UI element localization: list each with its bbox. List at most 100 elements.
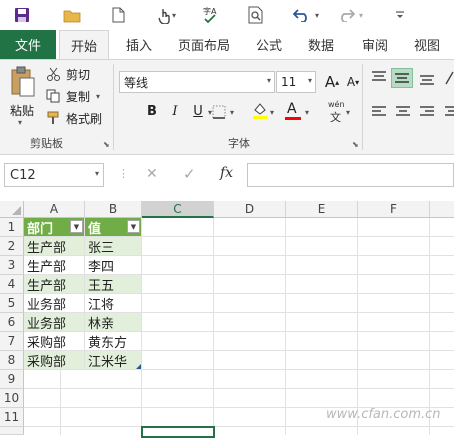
borders-dropdown-icon[interactable]: ▾ [230,108,234,117]
row-header[interactable]: 4 [0,275,24,294]
borders-icon[interactable] [212,104,226,123]
font-name-select[interactable]: 等线 ▾ [119,71,275,93]
align-top-icon[interactable] [370,70,388,90]
watermark-text: www.cfan.com.cn [326,407,441,422]
bold-button[interactable]: B [142,100,162,122]
font-size-value: 11 [281,75,297,89]
phonetic-dropdown-icon: ▾ [346,108,351,117]
copy-button[interactable]: 复制 ▾ [46,87,110,105]
tab-review[interactable]: 审阅 [354,30,396,59]
name-box-value: C12 [10,167,36,183]
tab-page-layout[interactable]: 页面布局 [172,30,236,59]
shrink-font-label: A [346,75,356,89]
indent-icon[interactable] [444,104,454,123]
phonetic-label: wén [328,100,345,109]
save-icon[interactable] [10,4,34,26]
column-header-f[interactable]: F [358,201,430,218]
font-size-select[interactable]: 11 ▾ [276,71,316,93]
cancel-entry-icon[interactable]: ✕ [146,166,158,182]
align-middle-button[interactable] [391,68,413,88]
align-center-icon[interactable] [394,104,412,123]
chevron-down-icon: ▾ [266,76,271,85]
select-all-button[interactable] [0,201,24,218]
tab-data[interactable]: 数据 [300,30,342,59]
column-header-g[interactable] [430,201,454,218]
shrink-font-button[interactable]: A ▾ [343,71,363,93]
undo-icon[interactable]: ▾ [288,4,324,26]
fill-color-dropdown-icon[interactable]: ▾ [270,108,274,117]
active-cell-c12[interactable] [141,426,215,438]
font-name-value: 等线 [124,75,149,90]
row-header[interactable]: 1 [0,218,24,237]
worksheet-grid: A B C D E F 1 2 3 4 5 6 7 8 9 10 11 部门 ▼… [0,201,454,438]
formula-bar-grip-icon[interactable]: ⋮ [118,167,129,180]
format-painter-button[interactable]: 格式刷 [46,109,110,127]
spelling-icon[interactable]: 字A [198,4,222,26]
tab-insert[interactable]: 插入 [118,30,160,59]
column-header-e[interactable]: E [286,201,358,218]
grow-font-button[interactable]: A ▴ [322,71,342,93]
font-color-button[interactable]: A [284,101,302,121]
font-color-dropdown-icon[interactable]: ▾ [305,108,309,117]
phonetic-button[interactable]: wén 文 ▾ [326,100,356,124]
format-painter-label: 格式刷 [66,111,103,126]
tab-view[interactable]: 视图 [406,30,448,59]
copy-dropdown-icon: ▾ [96,91,101,101]
row-header[interactable]: 2 [0,237,24,256]
tab-file[interactable]: 文件 [0,30,56,59]
font-launcher-icon[interactable]: ⬊ [352,140,359,149]
row-header[interactable]: 9 [0,370,24,389]
phonetic-icon: 文 [330,111,341,124]
column-header-a[interactable]: A [24,201,85,218]
tab-formulas[interactable]: 公式 [248,30,290,59]
name-box[interactable]: C12 ▾ [4,163,104,187]
insert-function-icon[interactable]: fx [220,165,233,181]
enter-icon[interactable]: ✓ [183,165,196,183]
new-document-icon[interactable] [108,4,128,26]
underline-button[interactable]: U [188,100,208,122]
row-header[interactable]: 10 [0,389,24,408]
paste-button[interactable]: 粘贴 ▾ [8,66,38,128]
row-header[interactable]: 5 [0,294,24,313]
tab-home[interactable]: 开始 [59,30,109,59]
open-folder-icon[interactable] [60,4,84,26]
customize-qat-icon[interactable] [392,4,408,26]
clipboard-group-label: 剪贴板 [30,137,63,150]
font-color-label: A [287,101,297,117]
print-preview-icon[interactable] [244,4,268,26]
column-header-d[interactable]: D [214,201,286,218]
format-painter-icon [47,111,59,124]
paste-dropdown-icon: ▾ [18,118,23,127]
redo-icon[interactable]: ▾ [332,4,368,26]
row-header[interactable]: 11 [0,408,24,427]
cut-button[interactable]: 剪切 [46,65,98,83]
ribbon-tabs: 文件 开始 插入 页面布局 公式 数据 审阅 视图 [0,30,454,59]
column-header-c[interactable]: C [142,201,214,218]
grow-font-label: A [324,73,336,91]
font-color-swatch [285,117,301,120]
paste-label: 粘贴 [10,104,35,118]
quick-access-toolbar: ▾ 字A ▾ ▾ [0,0,454,30]
align-middle-icon [395,73,409,83]
row-header[interactable]: 6 [0,313,24,332]
align-bottom-icon[interactable] [418,70,436,90]
column-header-b[interactable]: B [85,201,142,218]
row-header[interactable]: 8 [0,351,24,370]
touch-mode-icon[interactable]: ▾ [152,4,182,26]
cut-label: 剪切 [66,67,91,82]
align-left-icon[interactable] [370,104,388,123]
gridlines [24,218,454,435]
italic-button[interactable]: I [165,100,185,122]
select-all-icon [12,206,21,215]
row-header[interactable] [0,427,24,435]
row-header[interactable]: 3 [0,256,24,275]
clipboard-launcher-icon[interactable]: ⬊ [103,140,110,149]
ribbon-home: 粘贴 ▾ 剪切 复制 ▾ 格式刷 剪贴板 ⬊ 等线 ▾ 11 ▾ A ▴ A ▾ B… [0,59,454,155]
formula-bar: C12 ▾ ⋮ ✕ ✓ fx [0,155,454,201]
row-header[interactable]: 7 [0,332,24,351]
fill-color-icon[interactable] [252,102,268,124]
orientation-icon[interactable] [444,70,454,90]
align-right-icon[interactable] [418,104,436,123]
svg-text:字A: 字A [203,6,217,16]
formula-input[interactable] [247,163,454,187]
